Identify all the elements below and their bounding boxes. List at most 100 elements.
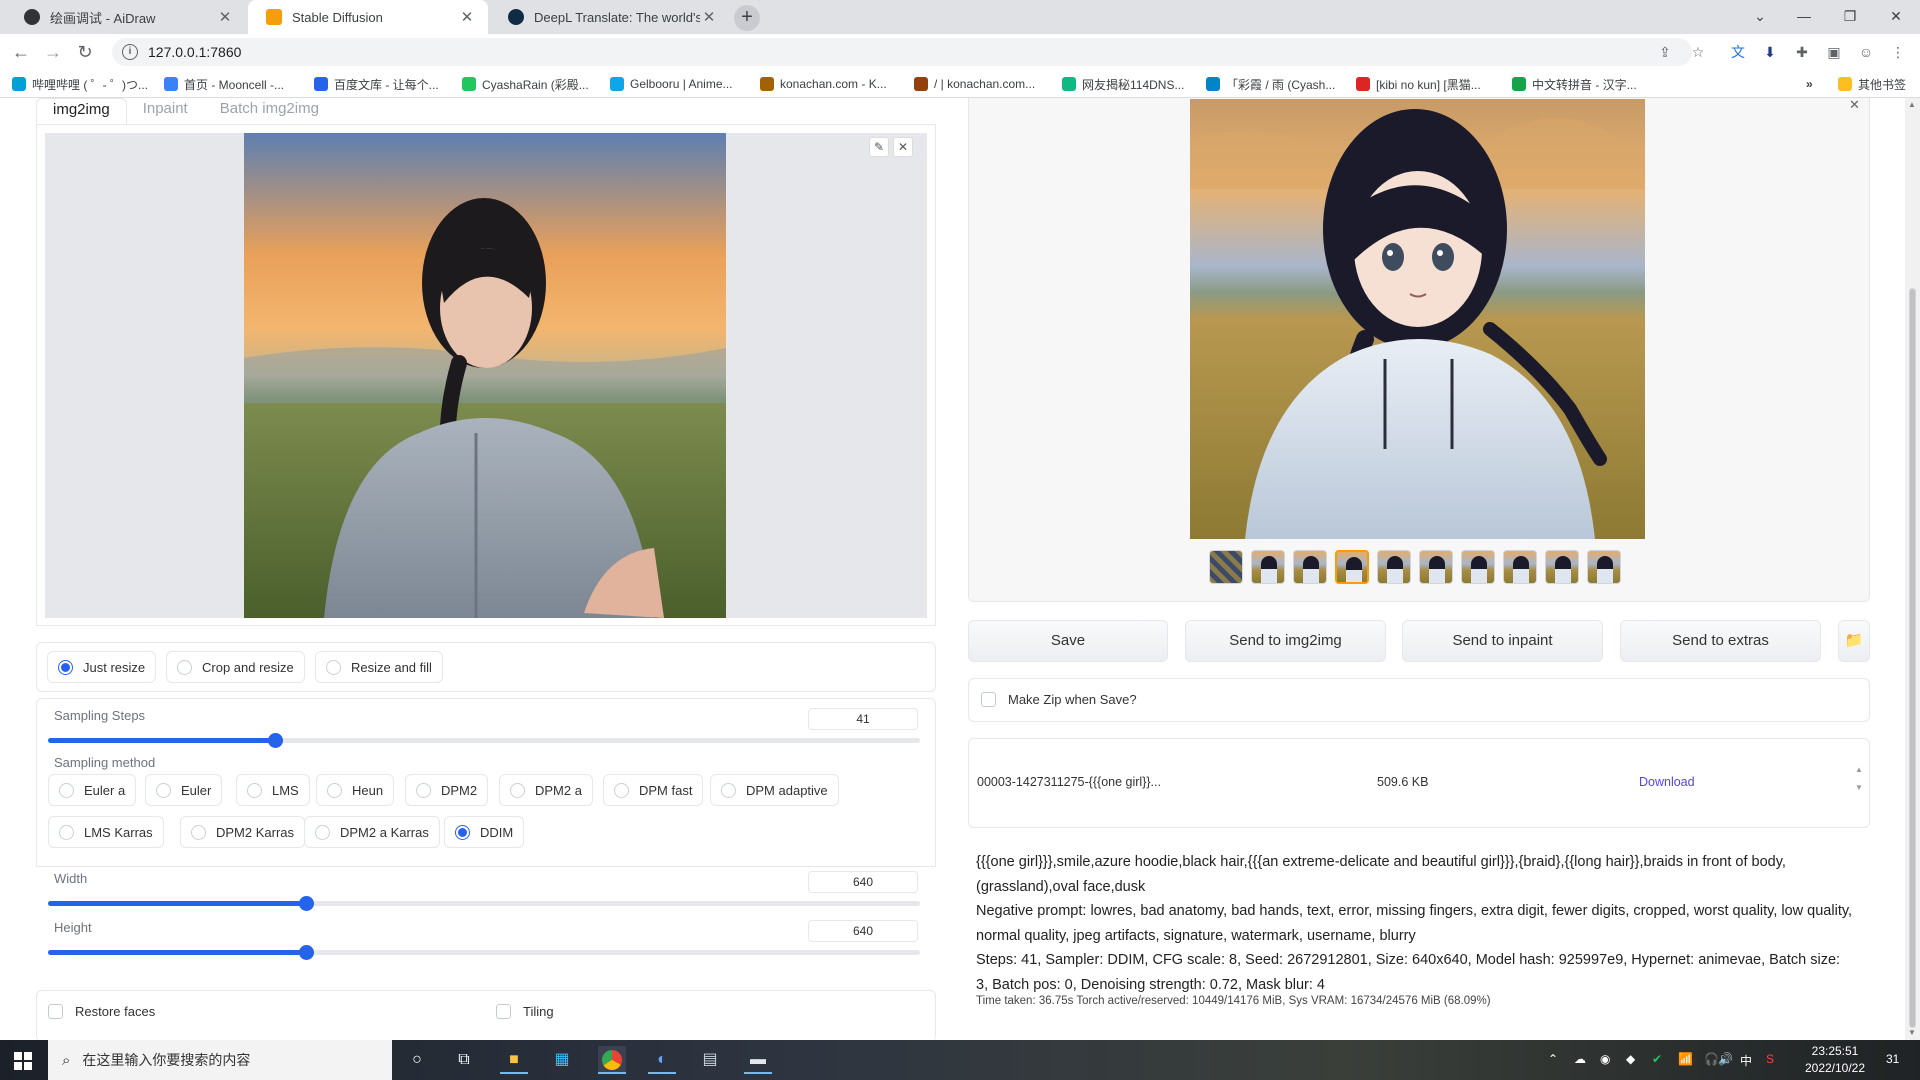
gallery-thumbnail[interactable]: [1419, 550, 1453, 584]
page-scrollbar[interactable]: ▲ ▼: [1905, 98, 1920, 1040]
send-to-inpaint-button[interactable]: Send to inpaint: [1402, 620, 1603, 662]
bookmark-item[interactable]: 哔哩哔哩 ( ゜- ゜)つ...: [12, 75, 148, 93]
menu-icon[interactable]: ⋮: [1888, 42, 1908, 62]
scroll-up-icon[interactable]: ▲: [1855, 765, 1863, 774]
tab-inpaint[interactable]: Inpaint: [127, 98, 204, 124]
folder-icon[interactable]: 📁: [1838, 620, 1870, 662]
new-tab-button[interactable]: +: [734, 5, 760, 31]
tab-batch-img2img[interactable]: Batch img2img: [204, 98, 335, 124]
translate-icon[interactable]: 文: [1728, 42, 1748, 62]
gallery-thumbnail[interactable]: [1545, 550, 1579, 584]
tiling-checkbox[interactable]: Tiling: [496, 1004, 554, 1019]
bookmark-item[interactable]: 网友揭秘114DNS...: [1062, 75, 1184, 93]
volume-icon[interactable]: 🔊: [1718, 1052, 1733, 1066]
close-tab-icon[interactable]: ✕: [700, 8, 718, 26]
checkbox-box[interactable]: [981, 692, 996, 707]
height-slider[interactable]: [48, 945, 920, 960]
headset-icon[interactable]: 🎧: [1704, 1052, 1719, 1066]
radio-dpm-adaptive[interactable]: DPM adaptive: [710, 774, 839, 806]
other-bookmarks-folder[interactable]: 其他书签: [1838, 75, 1906, 93]
restore-faces-checkbox[interactable]: Restore faces: [48, 1004, 155, 1019]
bookmark-item[interactable]: Gelbooru | Anime...: [610, 75, 733, 93]
taskbar-search-box[interactable]: ⌕ 在这里输入你要搜索的内容: [48, 1040, 392, 1080]
share-icon[interactable]: ⇪: [1655, 42, 1675, 62]
cloud-icon[interactable]: ☁: [1574, 1052, 1586, 1066]
browser-tab-aidraw[interactable]: 绘画调试 - AiDraw ✕: [6, 0, 246, 34]
checkbox-box[interactable]: [48, 1004, 63, 1019]
app-tray-icon[interactable]: ◉: [1600, 1052, 1610, 1066]
close-tab-icon[interactable]: ✕: [458, 8, 476, 26]
browser-tab-deepl[interactable]: DeepL Translate: The world's most ✕: [490, 0, 730, 34]
scroll-up-icon[interactable]: ▲: [1908, 100, 1916, 109]
bookmark-item[interactable]: 首页 - Mooncell -...: [164, 75, 284, 93]
gallery-thumbnail[interactable]: [1335, 550, 1369, 584]
radio-dpm2[interactable]: DPM2: [405, 774, 489, 806]
store-icon[interactable]: ▦: [548, 1046, 576, 1074]
radio-dpm2-a[interactable]: DPM2 a: [499, 774, 593, 806]
info-icon[interactable]: i: [122, 44, 138, 60]
send-to-img2img-button[interactable]: Send to img2img: [1185, 620, 1386, 662]
close-icon[interactable]: ✕: [893, 137, 913, 157]
send-to-extras-button[interactable]: Send to extras: [1620, 620, 1821, 662]
save-button[interactable]: Save: [968, 620, 1168, 662]
gallery-thumbnail[interactable]: [1293, 550, 1327, 584]
sampling-steps-input[interactable]: 41: [808, 708, 918, 730]
terminal-icon[interactable]: ▬: [744, 1046, 772, 1074]
download-link[interactable]: Download: [1639, 775, 1695, 789]
radio-resize-and-fill[interactable]: Resize and fill: [315, 651, 443, 683]
scrollbar-thumb[interactable]: [1909, 288, 1916, 1028]
network-icon[interactable]: 📶: [1678, 1052, 1693, 1066]
gallery-thumbnail[interactable]: [1251, 550, 1285, 584]
close-tab-icon[interactable]: ✕: [216, 8, 234, 26]
radio-dpm2-karras[interactable]: DPM2 Karras: [180, 816, 306, 848]
radio-lms[interactable]: LMS: [236, 774, 310, 806]
gallery-thumbnail[interactable]: [1461, 550, 1495, 584]
gallery-thumbnail[interactable]: [1587, 550, 1621, 584]
sidepanel-icon[interactable]: ▣: [1824, 42, 1844, 62]
bookmark-item[interactable]: konachan.com - K...: [760, 75, 887, 93]
close-icon[interactable]: ✕: [1849, 98, 1860, 113]
slider-handle[interactable]: [267, 733, 283, 748]
tab-img2img[interactable]: img2img: [36, 98, 127, 124]
cortana-icon[interactable]: ○: [403, 1046, 431, 1074]
chrome-icon[interactable]: [598, 1046, 626, 1074]
bookmark-item[interactable]: 百度文库 - 让每个...: [314, 75, 439, 93]
taskview-icon[interactable]: ⧉: [450, 1046, 478, 1074]
radio-euler[interactable]: Euler: [145, 774, 223, 806]
bookmark-item[interactable]: CyashaRain (彩殿...: [462, 75, 589, 93]
edge-icon[interactable]: ◐: [648, 1046, 676, 1074]
pencil-icon[interactable]: ✎: [869, 137, 889, 157]
profile-icon[interactable]: ☺: [1856, 42, 1876, 62]
checkbox-box[interactable]: [496, 1004, 511, 1019]
app-icon[interactable]: ▤: [696, 1046, 724, 1074]
forward-icon[interactable]: →: [40, 39, 66, 65]
gallery-thumbnail[interactable]: [1209, 550, 1243, 584]
radio-crop-and-resize[interactable]: Crop and resize: [166, 651, 305, 683]
close-window-button[interactable]: ✕: [1878, 4, 1914, 28]
make-zip-checkbox[interactable]: Make Zip when Save?: [981, 692, 1137, 707]
radio-just-resize[interactable]: Just resize: [47, 651, 157, 683]
bookmark-item[interactable]: / | konachan.com...: [914, 75, 1035, 93]
app-tray-icon[interactable]: ◆: [1626, 1052, 1635, 1066]
width-input[interactable]: 640: [808, 871, 918, 893]
bookmark-item[interactable]: [kibi no kun] [黑猫...: [1356, 75, 1481, 93]
tab-search-chevron-icon[interactable]: ⌄: [1742, 4, 1778, 28]
minimize-button[interactable]: —: [1786, 4, 1822, 28]
radio-heun[interactable]: Heun: [316, 774, 395, 806]
tray-chevron-icon[interactable]: ⌃: [1548, 1052, 1558, 1066]
back-icon[interactable]: ←: [8, 39, 34, 65]
radio-lms-karras[interactable]: LMS Karras: [48, 816, 164, 848]
check-icon[interactable]: ✔: [1652, 1052, 1662, 1066]
windows-start-icon[interactable]: [14, 1052, 32, 1070]
file-explorer-icon[interactable]: ■: [500, 1046, 528, 1074]
address-bar[interactable]: i 127.0.0.1:7860: [112, 38, 1692, 66]
bookmark-item[interactable]: 「彩霞 / 雨 (Cyash...: [1206, 75, 1335, 93]
browser-tab-stable-diffusion[interactable]: Stable Diffusion ✕: [248, 0, 488, 34]
sogou-ime-icon[interactable]: S: [1766, 1052, 1774, 1066]
scroll-down-icon[interactable]: ▼: [1908, 1028, 1916, 1037]
gallery-thumbnail[interactable]: [1503, 550, 1537, 584]
source-image-panel[interactable]: ✎ ✕: [36, 124, 936, 626]
generated-image[interactable]: [1190, 99, 1645, 539]
radio-dpm2-a-karras[interactable]: DPM2 a Karras: [304, 816, 440, 848]
reload-icon[interactable]: ↻: [72, 39, 98, 65]
